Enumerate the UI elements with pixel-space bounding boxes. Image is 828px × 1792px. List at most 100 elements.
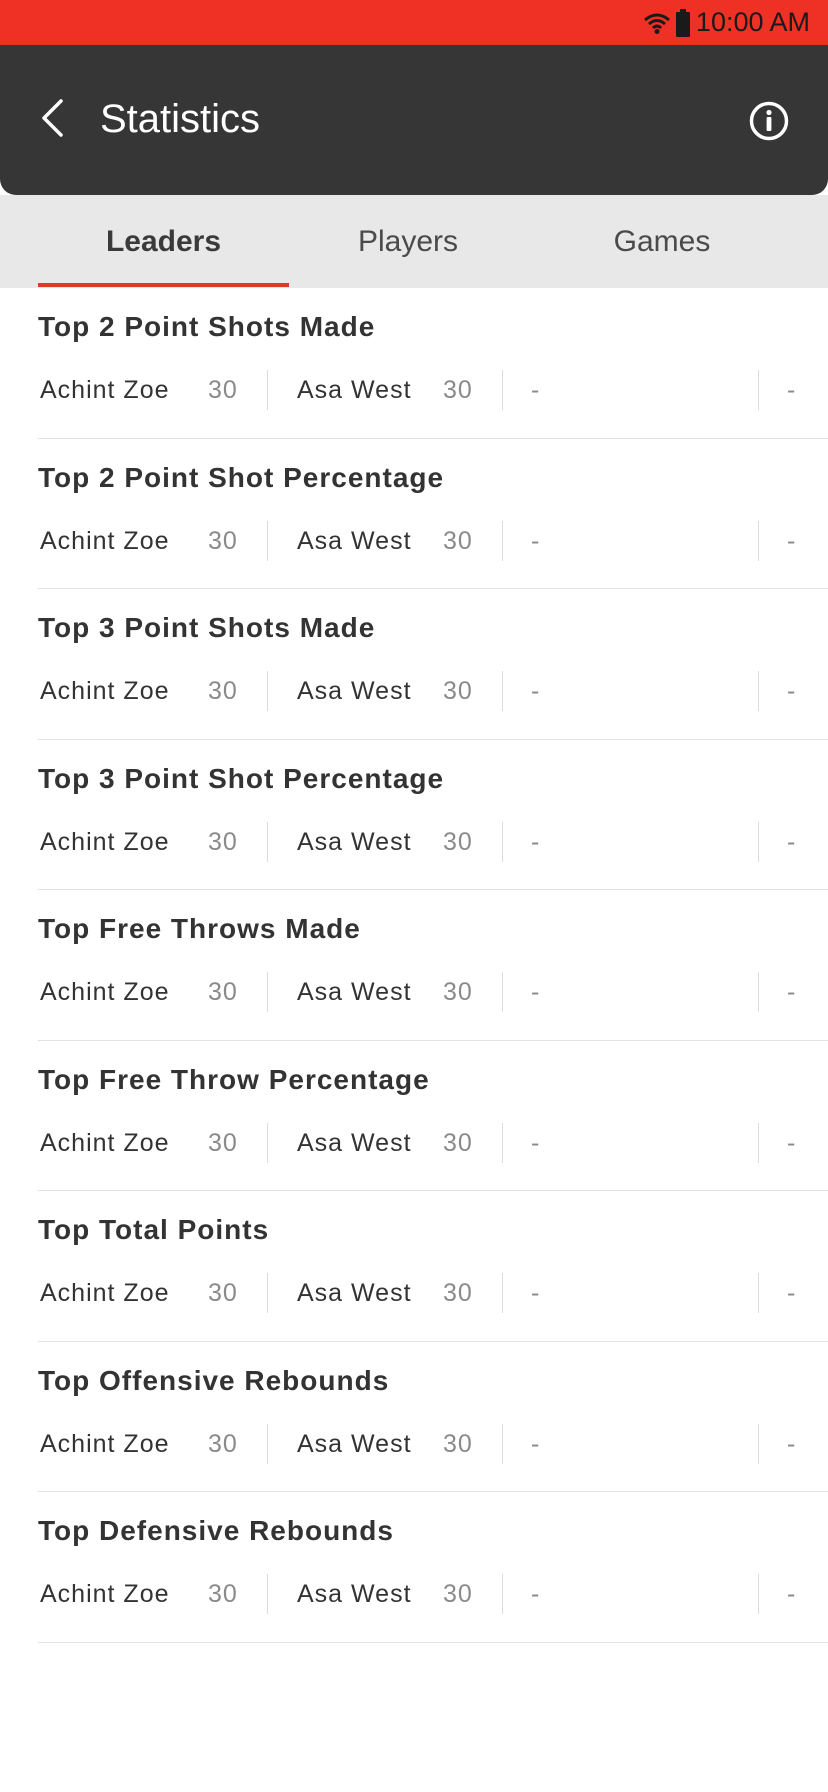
leader-row[interactable]: Achint Zoe 30 Asa West 30 - - bbox=[38, 1122, 828, 1163]
leader-1-name[interactable]: Achint Zoe bbox=[40, 671, 170, 711]
leader-3-empty: - bbox=[531, 526, 541, 555]
leader-1-name[interactable]: Achint Zoe bbox=[40, 370, 170, 410]
leader-1-value: 30 bbox=[208, 1580, 238, 1608]
leader-2-name[interactable]: Asa West bbox=[297, 370, 412, 410]
stat-section: Top 2 Point Shot Percentage Achint Zoe 3… bbox=[38, 439, 828, 589]
leader-1-value: 30 bbox=[208, 827, 238, 856]
leader-1-name[interactable]: Achint Zoe bbox=[40, 1574, 170, 1614]
column-divider bbox=[758, 821, 759, 862]
column-divider bbox=[502, 671, 503, 711]
app-header: Statistics bbox=[0, 45, 828, 195]
stat-section-title: Top 2 Point Shots Made bbox=[38, 311, 376, 342]
leader-2-name[interactable]: Asa West bbox=[297, 1273, 412, 1313]
active-tab-indicator bbox=[38, 283, 289, 287]
column-divider bbox=[267, 1574, 268, 1614]
leader-3-empty: - bbox=[531, 677, 541, 705]
leader-4-empty: - bbox=[787, 376, 797, 404]
leader-3-empty: - bbox=[531, 376, 541, 404]
leader-row[interactable]: Achint Zoe 30 Asa West 30 - - bbox=[38, 370, 828, 410]
leader-2-value: 30 bbox=[443, 1128, 473, 1157]
column-divider bbox=[502, 1122, 503, 1163]
leader-1-name[interactable]: Achint Zoe bbox=[40, 1424, 170, 1464]
leader-2-name[interactable]: Asa West bbox=[297, 1123, 412, 1163]
column-divider bbox=[267, 1423, 268, 1464]
leader-3-empty: - bbox=[531, 1279, 541, 1307]
column-divider bbox=[502, 972, 503, 1012]
leader-row[interactable]: Achint Zoe 30 Asa West 30 - - bbox=[38, 1423, 828, 1464]
leader-row[interactable]: Achint Zoe 30 Asa West 30 - - bbox=[38, 1574, 828, 1614]
leader-2-name[interactable]: Asa West bbox=[297, 671, 412, 711]
leader-row[interactable]: Achint Zoe 30 Asa West 30 - - bbox=[38, 671, 828, 711]
leader-2-name[interactable]: Asa West bbox=[297, 521, 412, 561]
stat-section-title: Top Total Points bbox=[38, 1214, 270, 1245]
battery-icon bbox=[675, 8, 690, 37]
stat-section: Top 3 Point Shots Made Achint Zoe 30 Asa… bbox=[38, 589, 828, 740]
leader-2-name[interactable]: Asa West bbox=[297, 1574, 412, 1614]
leader-3-empty: - bbox=[531, 1580, 541, 1608]
leader-row[interactable]: Achint Zoe 30 Asa West 30 - - bbox=[38, 1273, 828, 1313]
leader-1-name[interactable]: Achint Zoe bbox=[40, 1273, 170, 1313]
leader-4-empty: - bbox=[787, 1279, 797, 1307]
stat-section-title: Top Free Throw Percentage bbox=[38, 1063, 430, 1095]
back-button[interactable] bbox=[34, 95, 70, 145]
leader-1-value: 30 bbox=[208, 1279, 238, 1307]
info-icon bbox=[748, 101, 790, 146]
stat-section-title: Top 3 Point Shot Percentage bbox=[38, 762, 445, 794]
column-divider bbox=[758, 1122, 759, 1163]
tab-players[interactable]: Players bbox=[289, 195, 527, 288]
status-bar: 10:00 AM bbox=[0, 0, 828, 45]
column-divider bbox=[502, 1423, 503, 1464]
leader-1-name[interactable]: Achint Zoe bbox=[40, 1123, 170, 1163]
leader-2-name[interactable]: Asa West bbox=[297, 972, 412, 1012]
leader-3-empty: - bbox=[531, 978, 541, 1006]
leader-2-value: 30 bbox=[443, 376, 473, 404]
leader-4-empty: - bbox=[787, 1429, 797, 1458]
leader-4-empty: - bbox=[787, 526, 797, 555]
column-divider bbox=[758, 520, 759, 561]
tab-leaders[interactable]: Leaders bbox=[38, 195, 289, 288]
leader-3-empty: - bbox=[531, 827, 541, 856]
column-divider bbox=[502, 520, 503, 561]
column-divider bbox=[267, 520, 268, 561]
leader-4-empty: - bbox=[787, 978, 797, 1006]
leader-3-empty: - bbox=[531, 1429, 541, 1458]
leaders-list: Top 2 Point Shots Made Achint Zoe 30 Asa… bbox=[38, 288, 828, 1643]
column-divider bbox=[758, 1273, 759, 1313]
leader-4-empty: - bbox=[787, 1128, 797, 1157]
leader-1-value: 30 bbox=[208, 526, 238, 555]
column-divider bbox=[267, 370, 268, 410]
column-divider bbox=[267, 1122, 268, 1163]
leader-4-empty: - bbox=[787, 827, 797, 856]
stat-section: Top Free Throws Made Achint Zoe 30 Asa W… bbox=[38, 890, 828, 1041]
leader-3-empty: - bbox=[531, 1128, 541, 1157]
column-divider bbox=[758, 1574, 759, 1614]
column-divider bbox=[267, 821, 268, 862]
leader-row[interactable]: Achint Zoe 30 Asa West 30 - - bbox=[38, 821, 828, 862]
leader-row[interactable]: Achint Zoe 30 Asa West 30 - - bbox=[38, 520, 828, 561]
column-divider bbox=[267, 1273, 268, 1313]
leader-2-name[interactable]: Asa West bbox=[297, 1424, 412, 1464]
column-divider bbox=[267, 972, 268, 1012]
leader-row[interactable]: Achint Zoe 30 Asa West 30 - - bbox=[38, 972, 828, 1012]
leader-4-empty: - bbox=[787, 1580, 797, 1608]
leader-1-name[interactable]: Achint Zoe bbox=[40, 972, 170, 1012]
leader-4-empty: - bbox=[787, 677, 797, 705]
stat-section: Top Defensive Rebounds Achint Zoe 30 Asa… bbox=[38, 1492, 828, 1643]
column-divider bbox=[758, 1423, 759, 1464]
leader-2-value: 30 bbox=[443, 677, 473, 705]
tab-bar: Leaders Players Games bbox=[0, 195, 828, 288]
stat-section: Top Free Throw Percentage Achint Zoe 30 … bbox=[38, 1041, 828, 1191]
column-divider bbox=[758, 972, 759, 1012]
stat-section: Top Offensive Rebounds Achint Zoe 30 Asa… bbox=[38, 1342, 828, 1492]
leader-2-name[interactable]: Asa West bbox=[297, 822, 412, 862]
leader-2-value: 30 bbox=[443, 526, 473, 555]
leader-2-value: 30 bbox=[443, 827, 473, 856]
column-divider bbox=[758, 370, 759, 410]
leader-1-name[interactable]: Achint Zoe bbox=[40, 521, 170, 561]
info-button[interactable] bbox=[748, 100, 790, 142]
tab-games[interactable]: Games bbox=[527, 195, 797, 288]
column-divider bbox=[502, 1273, 503, 1313]
leader-1-value: 30 bbox=[208, 1429, 238, 1458]
column-divider bbox=[758, 671, 759, 711]
leader-1-name[interactable]: Achint Zoe bbox=[40, 822, 170, 862]
